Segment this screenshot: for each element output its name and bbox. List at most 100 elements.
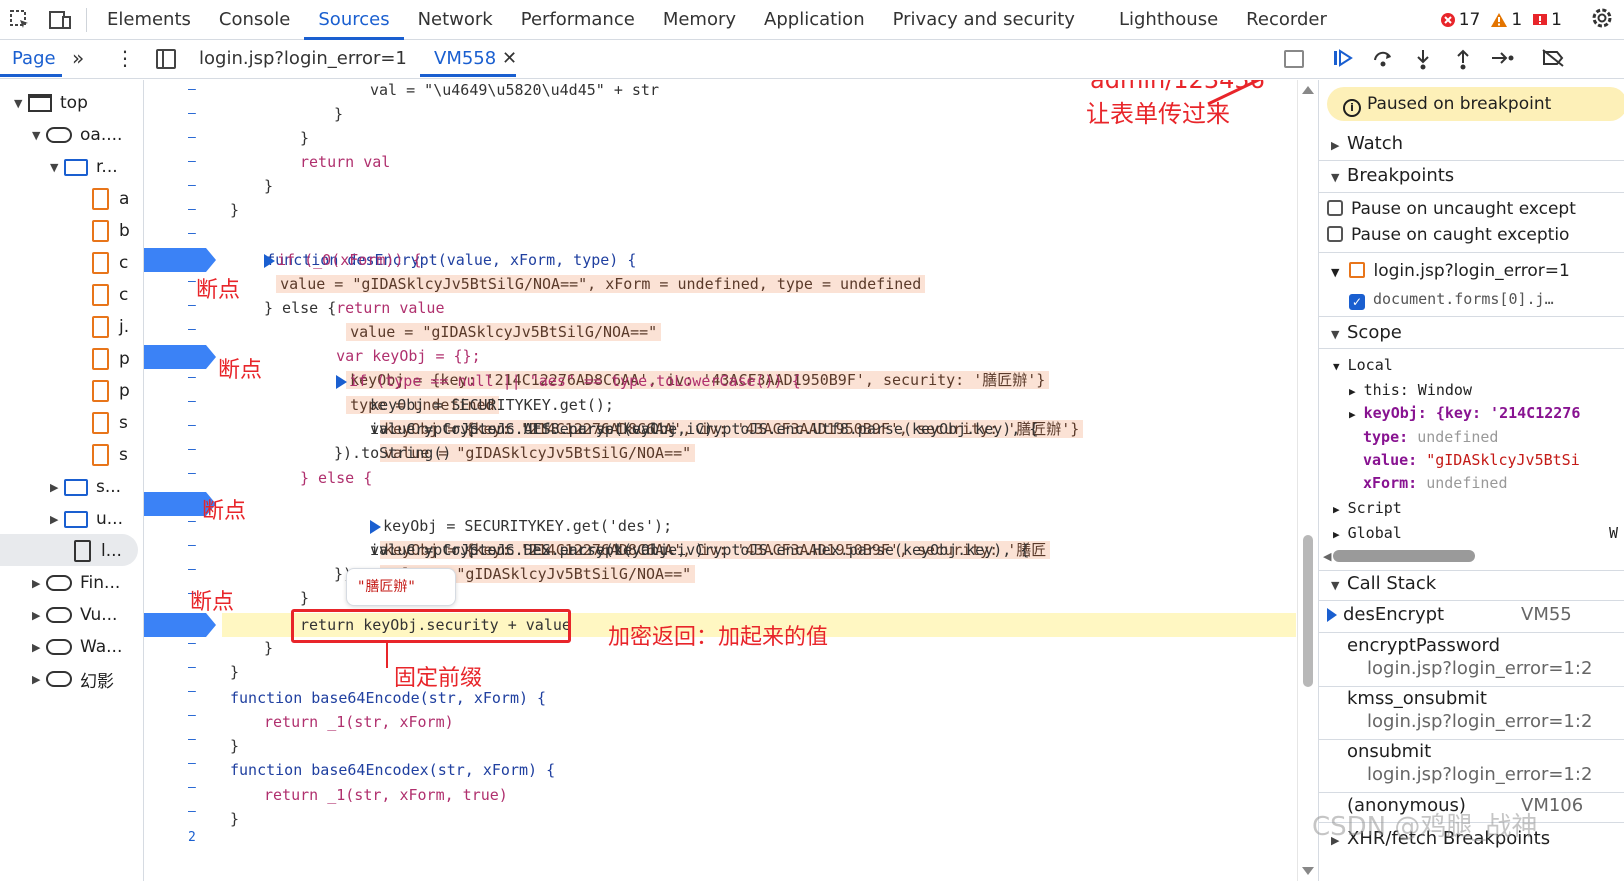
device-toolbar-icon[interactable] xyxy=(40,0,80,40)
call-frame[interactable]: encryptPassword xyxy=(1347,635,1500,656)
breakpoint-marker[interactable] xyxy=(144,613,216,637)
line-gutter[interactable]: – xyxy=(188,178,198,193)
deactivate-breakpoints-icon[interactable] xyxy=(1540,48,1566,73)
call-frame[interactable]: kmss_onsubmit xyxy=(1347,688,1487,709)
tree-file[interactable]: s xyxy=(92,440,128,470)
line-gutter[interactable]: – xyxy=(188,82,198,97)
step-into-icon[interactable] xyxy=(1410,48,1436,75)
expand-arrow-icon[interactable]: ▼ xyxy=(1333,360,1340,373)
collapse-arrow-icon[interactable]: ▶ xyxy=(1349,408,1356,421)
line-gutter[interactable]: – xyxy=(188,106,198,121)
scope-global[interactable]: ▶ Global W xyxy=(1333,524,1618,542)
expand-arrow-icon[interactable]: ▼ xyxy=(1331,320,1347,350)
scope-horizontal-scrollbar[interactable] xyxy=(1333,550,1475,562)
line-gutter[interactable]: – xyxy=(188,780,198,795)
step-over-icon[interactable] xyxy=(1370,48,1396,73)
call-frame-location[interactable]: login.jsp?login_error=1:2 xyxy=(1367,658,1592,679)
resume-script-icon[interactable] xyxy=(1330,48,1356,73)
scroll-down-icon[interactable] xyxy=(1302,867,1314,875)
tree-file-selected[interactable]: l... xyxy=(74,536,122,566)
call-frame[interactable]: onsubmit xyxy=(1347,741,1431,762)
step-icon[interactable] xyxy=(1490,48,1516,73)
line-gutter[interactable]: – xyxy=(188,514,198,529)
navigator-tab-page[interactable]: Page xyxy=(12,48,56,69)
line-gutter[interactable]: – xyxy=(188,466,198,481)
line-gutter[interactable]: – xyxy=(188,562,198,577)
tree-file[interactable]: p xyxy=(92,376,130,406)
breakpoint-marker[interactable] xyxy=(144,492,216,516)
warning-count[interactable]: 1 xyxy=(1490,10,1522,30)
breakpoint-file-row[interactable]: ▼ login.jsp?login_error=1 xyxy=(1331,261,1570,281)
tree-item-fin[interactable]: ▶ Fin... xyxy=(32,568,120,598)
call-frame-location[interactable]: login.jsp?login_error=1:2 xyxy=(1367,711,1592,732)
settings-gear-icon[interactable] xyxy=(1590,6,1614,35)
line-gutter[interactable]: – xyxy=(188,418,198,433)
issue-count[interactable]: 1 xyxy=(1532,10,1562,30)
tree-file[interactable]: c xyxy=(92,280,128,310)
tree-item-vu[interactable]: ▶ Vu... xyxy=(32,600,117,630)
line-gutter[interactable]: – xyxy=(188,756,198,771)
tree-item-huanying[interactable]: ▶ 幻影 xyxy=(32,664,114,694)
issue-counters[interactable]: 17 1 1 xyxy=(1440,0,1614,40)
tree-item-folder-s[interactable]: ▶ s... xyxy=(50,472,121,502)
scope-local[interactable]: ▼ Local xyxy=(1333,356,1393,374)
line-gutter[interactable]: – xyxy=(188,660,198,675)
expand-arrow-icon[interactable]: ▼ xyxy=(1331,571,1347,601)
scope-type[interactable]: type: undefined xyxy=(1363,428,1498,446)
collapse-arrow-icon[interactable]: ▶ xyxy=(1349,385,1356,398)
tab-privacy-security[interactable]: Privacy and security xyxy=(879,0,1089,40)
file-tab-login-jsp[interactable]: login.jsp?login_error=1 xyxy=(199,48,407,69)
section-watch[interactable]: ▶ Watch xyxy=(1319,129,1624,159)
section-call-stack[interactable]: ▼ Call Stack xyxy=(1319,569,1624,599)
tree-item-folder-r[interactable]: ▼ r... xyxy=(50,152,118,182)
line-gutter[interactable]: – xyxy=(188,684,198,699)
pause-caught-option[interactable]: Pause on caught exceptio xyxy=(1327,225,1569,245)
expand-arrow-icon[interactable]: ▼ xyxy=(1331,266,1339,279)
collapse-arrow-icon[interactable]: ▶ xyxy=(50,513,64,526)
line-gutter[interactable]: – xyxy=(188,154,198,169)
toggle-debugger-icon[interactable] xyxy=(1284,50,1304,68)
tab-performance[interactable]: Performance xyxy=(507,0,649,40)
tree-file[interactable]: s xyxy=(92,408,128,438)
tab-application[interactable]: Application xyxy=(750,0,879,40)
tab-network[interactable]: Network xyxy=(404,0,507,40)
pause-location-icon[interactable] xyxy=(264,253,275,268)
file-tab-vm558[interactable]: VM558 ✕ xyxy=(434,48,517,69)
tree-file[interactable]: p xyxy=(92,344,130,374)
code-scrollbar[interactable] xyxy=(1297,80,1317,881)
collapse-arrow-icon[interactable]: ▶ xyxy=(50,481,64,494)
line-gutter[interactable]: – xyxy=(188,708,198,723)
scope-keyobj[interactable]: ▶ keyObj: {key: '214C12276 xyxy=(1349,404,1580,422)
pause-caught-checkbox[interactable] xyxy=(1327,226,1343,242)
step-out-icon[interactable] xyxy=(1450,48,1476,75)
tree-file[interactable]: b xyxy=(92,216,130,246)
more-options-icon[interactable]: ⋮ xyxy=(115,46,135,70)
close-tab-icon[interactable]: ✕ xyxy=(502,48,517,69)
line-gutter[interactable]: – xyxy=(188,394,198,409)
collapse-arrow-icon[interactable]: ▶ xyxy=(32,577,46,590)
tab-memory[interactable]: Memory xyxy=(649,0,750,40)
tab-elements[interactable]: Elements xyxy=(93,0,205,40)
line-gutter[interactable]: – xyxy=(188,538,198,553)
tab-lighthouse[interactable]: Lighthouse xyxy=(1105,0,1232,40)
line-gutter[interactable]: – xyxy=(188,202,198,217)
expand-arrow-icon[interactable]: ▼ xyxy=(32,129,46,142)
tree-item-origin[interactable]: ▼ oa.... xyxy=(32,120,122,150)
scope-this[interactable]: ▶ this: Window xyxy=(1349,381,1472,399)
tree-file[interactable]: c xyxy=(92,248,128,278)
tree-file[interactable]: a xyxy=(92,184,129,214)
error-count[interactable]: 17 xyxy=(1440,10,1480,30)
tab-recorder[interactable]: Recorder xyxy=(1232,0,1341,40)
section-scope[interactable]: ▼ Scope xyxy=(1319,318,1624,348)
line-gutter[interactable]: – xyxy=(188,804,198,819)
line-gutter[interactable]: – xyxy=(188,732,198,747)
breakpoint-marker[interactable] xyxy=(144,345,216,369)
collapse-arrow-icon[interactable]: ▶ xyxy=(1333,503,1340,516)
collapse-arrow-icon[interactable]: ▶ xyxy=(32,609,46,622)
collapse-arrow-icon[interactable]: ▶ xyxy=(32,641,46,654)
toggle-navigator-icon[interactable] xyxy=(156,49,176,69)
expand-arrow-icon[interactable]: ▼ xyxy=(1331,163,1347,193)
scope-xform[interactable]: xForm: undefined xyxy=(1363,474,1508,492)
tab-sources[interactable]: Sources xyxy=(304,0,404,40)
line-gutter[interactable]: – xyxy=(188,442,198,457)
